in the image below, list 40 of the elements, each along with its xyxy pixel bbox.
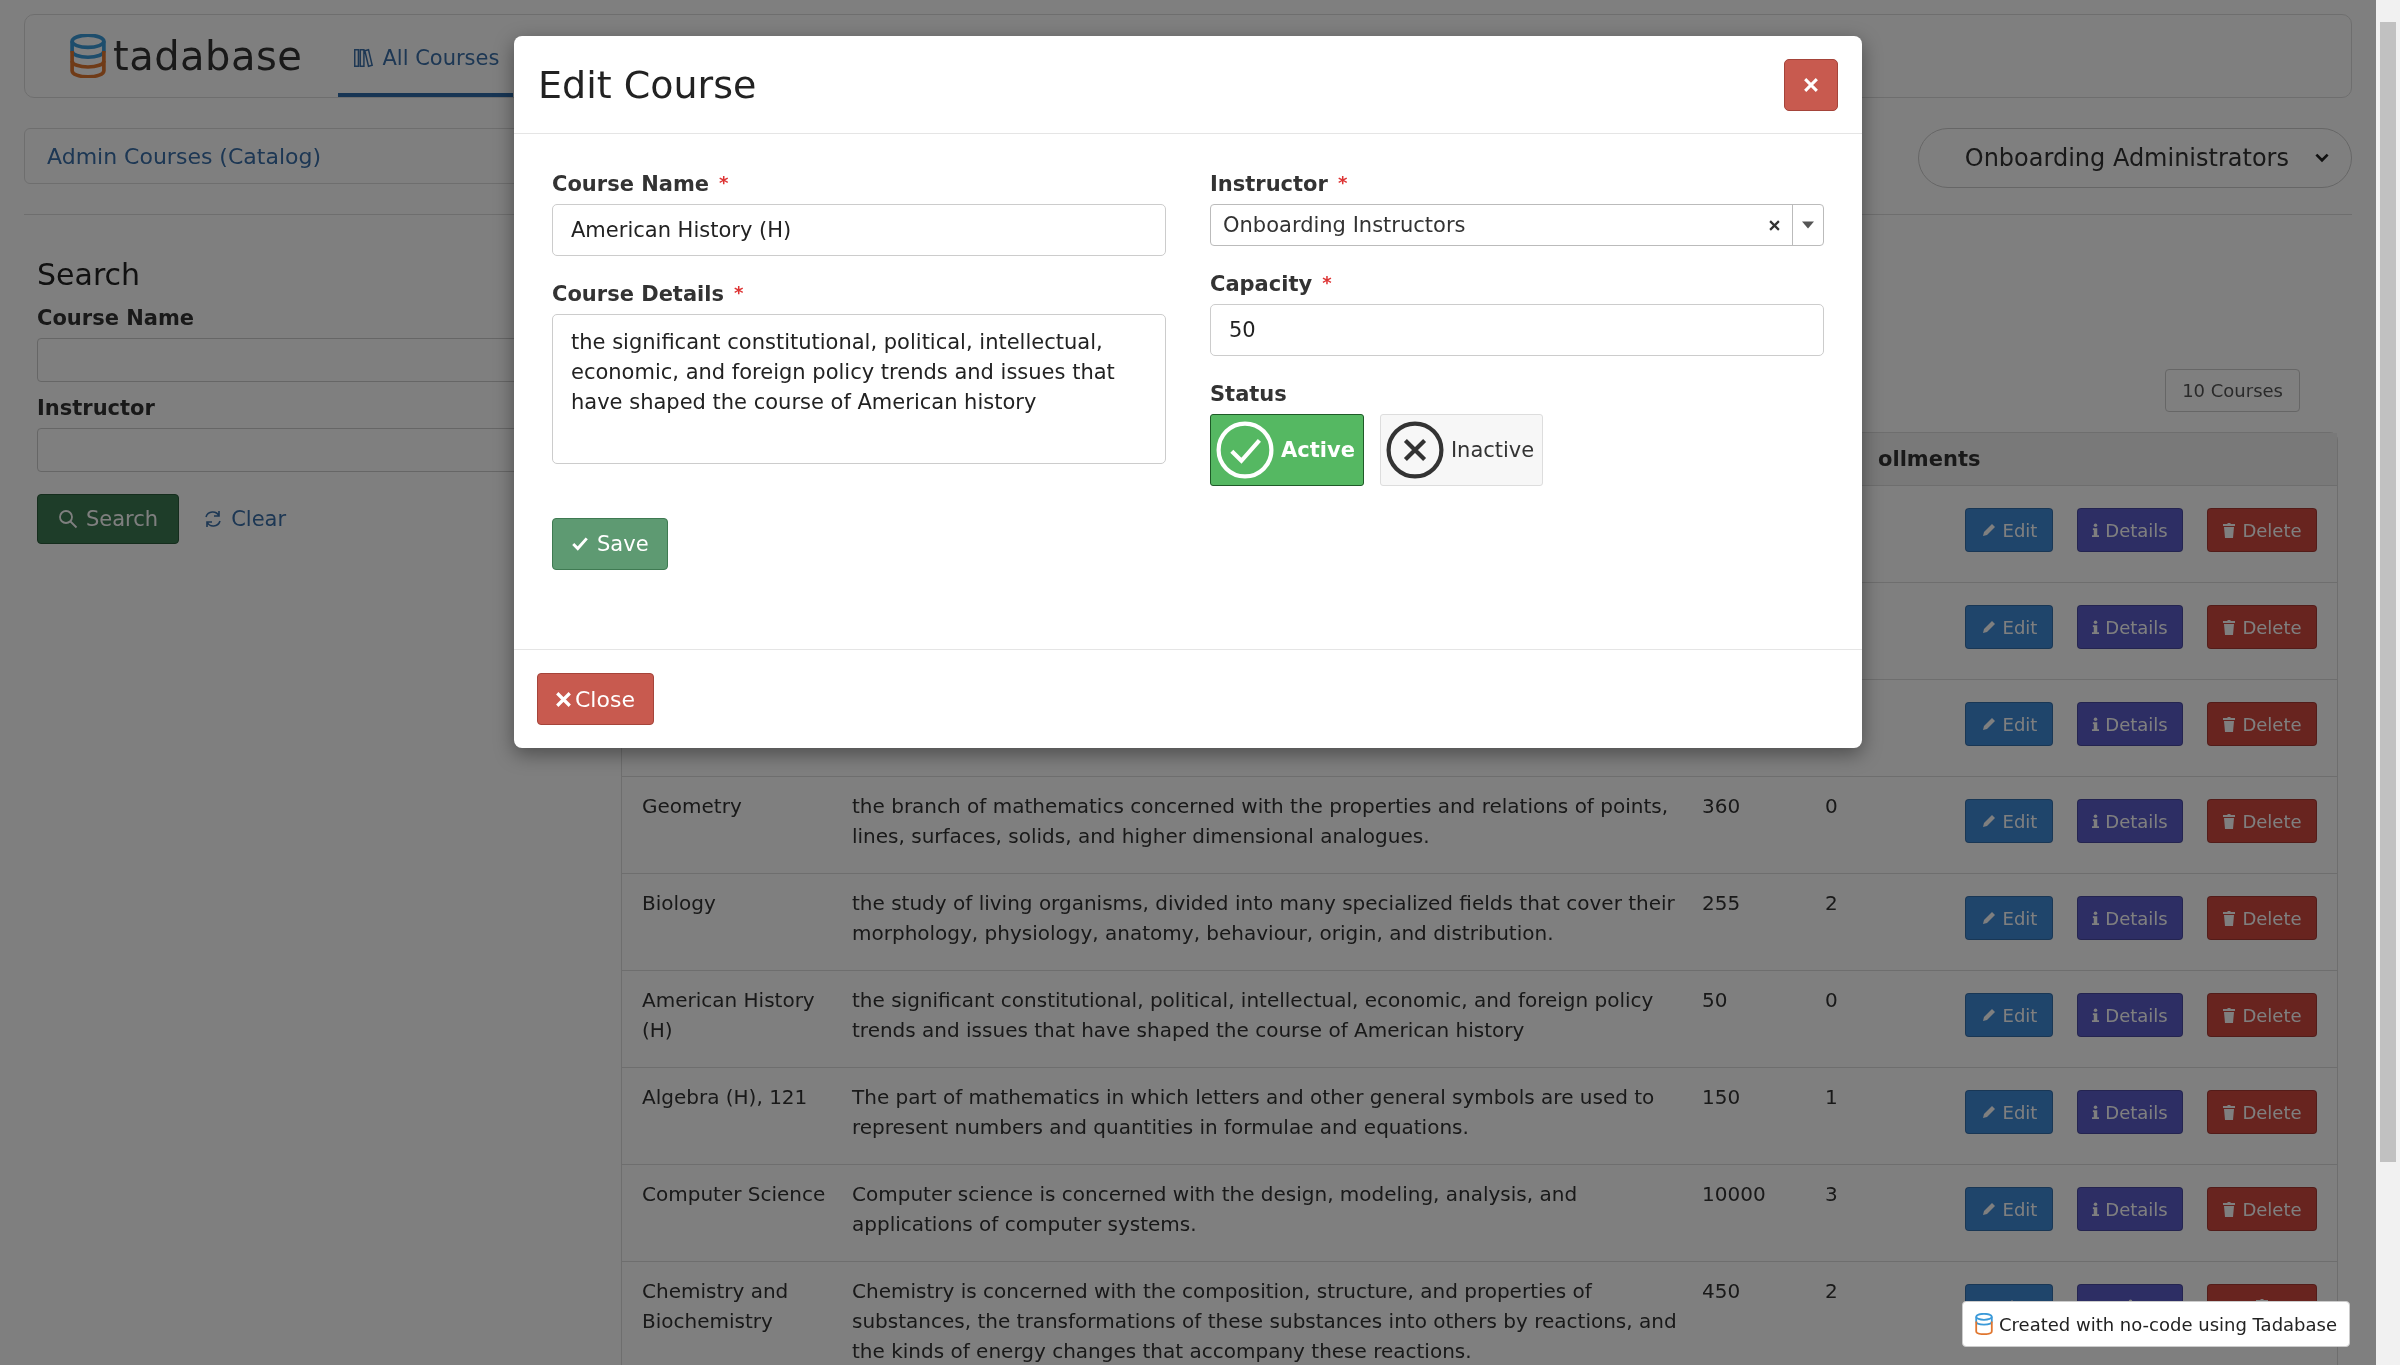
course-details-cell: the study of living organisms, divided into many specialized fields that cover their morphology, physiology, anatomy, behaviour, origin, and distribution. [852,891,1675,945]
enrollments-cell: 0 [1825,988,1838,1012]
capacity-cell: 450 [1702,1279,1741,1303]
enrollments-cell: 1 [1825,1085,1838,1109]
course-details-cell: the branch of mathematics concerned with the properties and relations of points, lines, surfaces, solids, and higher dimensional analogues. [852,794,1669,848]
course-name-cell: Biology [642,891,716,915]
enrollments-cell: 0 [1825,794,1838,818]
field-label: Course Name [37,306,196,330]
course-name-cell: Geometry [642,794,742,818]
dialog-title: Edit Course [538,62,757,107]
field-label: Course Name [552,172,710,196]
field-label: Instructor [1210,172,1328,196]
badge-text: Created with no-code using Tadabase [1999,1313,2337,1335]
course-details-cell: The part of mathematics in which letters and other general symbols are used to represent numbers and quantities in formulae and equations. [852,1085,1655,1139]
enrollments-cell: 3 [1825,1182,1838,1206]
capacity-cell: 10000 [1702,1182,1766,1206]
capacity-cell: 255 [1702,891,1741,915]
column-header: ollments [1878,447,1981,471]
capacity-cell: 50 [1702,988,1728,1012]
search-heading: Search [37,257,142,292]
course-details-cell: Computer science is concerned with the design, modeling, analysis, and applications of computer systems. [852,1182,1578,1236]
capacity-cell: 360 [1702,794,1741,818]
capacity-cell: 150 [1702,1085,1741,1109]
required-mark: * [1322,272,1332,295]
required-mark: * [1337,172,1348,195]
required-mark: * [719,172,729,195]
course-name-cell: Computer Science [642,1182,826,1206]
field-label: Capacity [1210,272,1313,296]
required-mark: * [734,282,744,305]
course-name-cell: American History (H) [642,988,815,1042]
enrollments-cell: 2 [1825,1279,1838,1303]
course-details-cell: Chemistry is concerned with the composition, structure, and properties of substances, the transformations of these substances into others by reactions, and the kinds of energy changes that accompany these reactions. [852,1279,1677,1363]
course-details-cell: the significant constitutional, political, intellectual, economic, and foreign policy trends and issues that have shaped the course of American history [852,988,1654,1042]
logo-wordmark: tadabase [113,33,303,79]
course-name-cell: Chemistry and Biochemistry [642,1279,789,1333]
record-count-badge: 10 Courses [2165,369,2300,412]
field-label: Course Details [552,282,724,306]
course-name-cell: Algebra (H), 121 [642,1085,808,1109]
field-label: Status [1210,382,1287,406]
enrollments-cell: 2 [1825,891,1838,915]
